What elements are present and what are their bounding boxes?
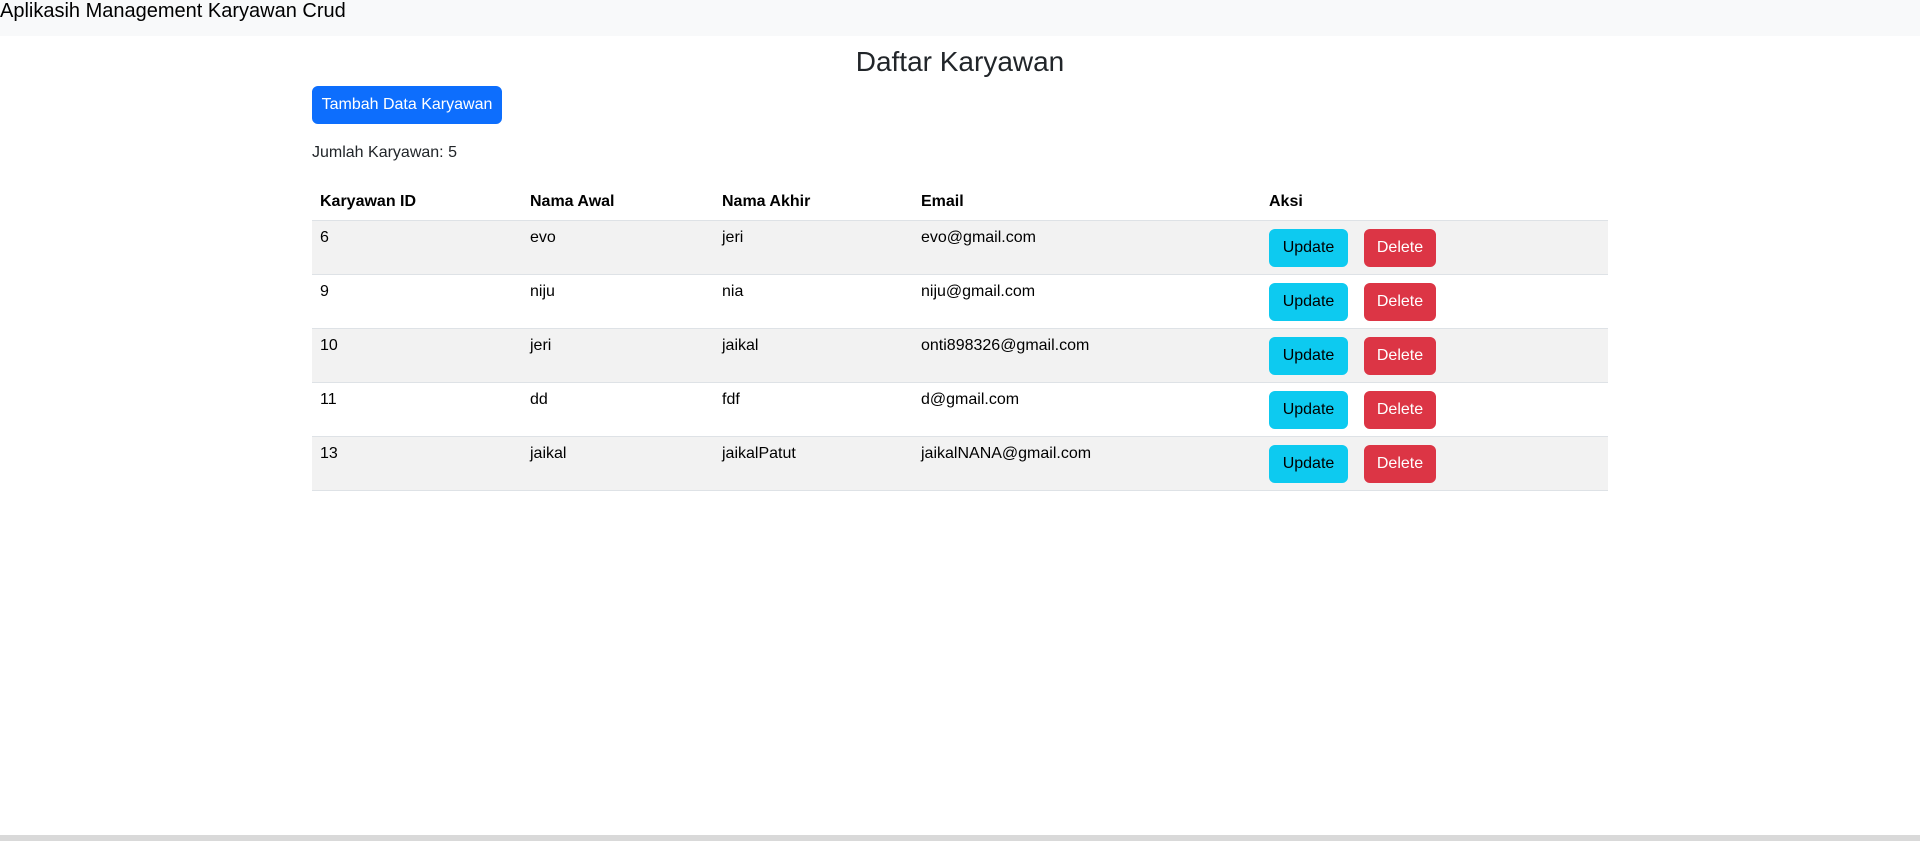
navbar: Aplikasih Management Karyawan Crud	[0, 0, 1920, 36]
update-button[interactable]: Update	[1269, 283, 1348, 321]
update-button[interactable]: Update	[1269, 445, 1348, 483]
table-header-row: Karyawan ID Nama Awal Nama Akhir Email A…	[312, 183, 1608, 221]
header-nama-akhir: Nama Akhir	[714, 183, 913, 221]
delete-button[interactable]: Delete	[1364, 337, 1436, 375]
employee-count: Jumlah Karyawan: 5	[312, 144, 457, 161]
table-row: 6 evo jeri evo@gmail.com Update Delete	[312, 220, 1608, 275]
update-button[interactable]: Update	[1269, 337, 1348, 375]
header-nama-awal: Nama Awal	[522, 183, 714, 221]
cell-email: niju@gmail.com	[913, 274, 1261, 329]
cell-first-name: niju	[522, 274, 714, 329]
employee-table-container: Karyawan ID Nama Awal Nama Akhir Email A…	[312, 183, 1608, 491]
cell-first-name: dd	[522, 382, 714, 437]
cell-email: onti898326@gmail.com	[913, 328, 1261, 383]
cell-id: 6	[312, 220, 522, 275]
cell-last-name: fdf	[714, 382, 913, 437]
cell-email: jaikalNANA@gmail.com	[913, 436, 1261, 491]
cell-id: 9	[312, 274, 522, 329]
cell-id: 13	[312, 436, 522, 491]
cell-actions: Update Delete	[1261, 328, 1608, 383]
cell-first-name: evo	[522, 220, 714, 275]
cell-email: evo@gmail.com	[913, 220, 1261, 275]
cell-actions: Update Delete	[1261, 220, 1608, 275]
delete-button[interactable]: Delete	[1364, 391, 1436, 429]
header-aksi: Aksi	[1261, 183, 1608, 221]
update-button[interactable]: Update	[1269, 229, 1348, 267]
horizontal-scrollbar[interactable]	[0, 835, 1920, 841]
table-row: 11 dd fdf d@gmail.com Update Delete	[312, 382, 1608, 437]
page-title: Daftar Karyawan	[855, 46, 1065, 77]
delete-button[interactable]: Delete	[1364, 283, 1436, 321]
cell-last-name: jaikalPatut	[714, 436, 913, 491]
delete-button[interactable]: Delete	[1364, 229, 1436, 267]
cell-actions: Update Delete	[1261, 382, 1608, 437]
table-row: 10 jeri jaikal onti898326@gmail.com Upda…	[312, 328, 1608, 383]
table-row: 13 jaikal jaikalPatut jaikalNANA@gmail.c…	[312, 436, 1608, 491]
cell-actions: Update Delete	[1261, 436, 1608, 491]
table-row: 9 niju nia niju@gmail.com Update Delete	[312, 274, 1608, 329]
header-karyawan-id: Karyawan ID	[312, 183, 522, 221]
cell-actions: Update Delete	[1261, 274, 1608, 329]
cell-email: d@gmail.com	[913, 382, 1261, 437]
add-employee-button[interactable]: Tambah Data Karyawan	[312, 86, 502, 124]
cell-id: 10	[312, 328, 522, 383]
navbar-brand[interactable]: Aplikasih Management Karyawan Crud	[0, 0, 346, 22]
cell-last-name: nia	[714, 274, 913, 329]
cell-first-name: jaikal	[522, 436, 714, 491]
cell-last-name: jeri	[714, 220, 913, 275]
cell-last-name: jaikal	[714, 328, 913, 383]
update-button[interactable]: Update	[1269, 391, 1348, 429]
employee-table: Karyawan ID Nama Awal Nama Akhir Email A…	[312, 183, 1608, 491]
cell-first-name: jeri	[522, 328, 714, 383]
delete-button[interactable]: Delete	[1364, 445, 1436, 483]
header-email: Email	[913, 183, 1261, 221]
cell-id: 11	[312, 382, 522, 437]
